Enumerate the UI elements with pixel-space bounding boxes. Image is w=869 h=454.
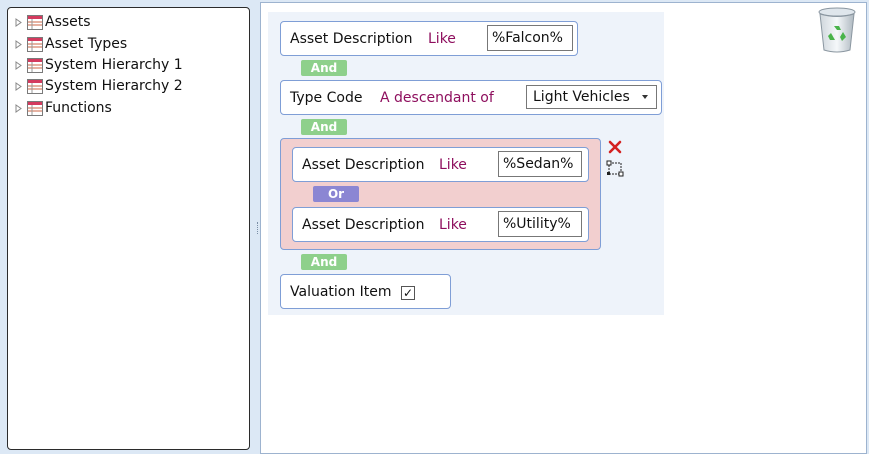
condition-operator[interactable]: Like <box>439 208 467 241</box>
tree-item-assets[interactable]: Assets <box>7 12 91 32</box>
and-joiner[interactable]: And <box>301 60 347 76</box>
tree-item-label: System Hierarchy 2 <box>45 78 183 94</box>
table-icon <box>27 78 43 94</box>
condition-operator[interactable]: A descendant of <box>380 81 494 114</box>
type-code-select[interactable]: Light Vehicles <box>526 85 657 109</box>
tree-item-system-hierarchy-1[interactable]: System Hierarchy 1 <box>7 55 183 75</box>
condition-valuation-item[interactable]: Valuation Item ✓ <box>280 274 451 309</box>
expand-arrow-icon[interactable] <box>15 39 22 49</box>
or-joiner[interactable]: Or <box>313 186 359 202</box>
ungroup-icon[interactable] <box>606 160 624 177</box>
condition-type-code[interactable]: Type Code A descendant of Light Vehicles <box>280 80 662 115</box>
condition-field: Asset Description <box>302 216 425 233</box>
condition-field: Valuation Item <box>290 283 392 300</box>
valuation-item-checkbox[interactable]: ✓ <box>401 286 415 300</box>
chevron-down-icon[interactable] <box>642 95 648 99</box>
condition-field: Asset Description <box>290 30 413 47</box>
recycle-bin-icon[interactable] <box>816 6 858 54</box>
tree-item-label: System Hierarchy 1 <box>45 57 183 73</box>
table-icon <box>27 36 43 52</box>
condition-value-input[interactable]: %Sedan% <box>498 151 582 177</box>
condition-value-input[interactable]: %Utility% <box>498 211 582 237</box>
tree-item-functions[interactable]: Functions <box>7 98 112 118</box>
condition-value-input[interactable]: %Falcon% <box>487 25 573 51</box>
and-joiner[interactable]: And <box>301 254 347 270</box>
condition-operator[interactable]: Like <box>439 148 467 181</box>
splitter-grip[interactable] <box>257 222 259 234</box>
table-icon <box>27 14 43 30</box>
expand-arrow-icon[interactable] <box>15 81 22 91</box>
tree-item-system-hierarchy-2[interactable]: System Hierarchy 2 <box>7 76 183 96</box>
tree-item-label: Asset Types <box>45 36 128 52</box>
expand-arrow-icon[interactable] <box>15 17 22 27</box>
condition-field: Type Code <box>290 89 363 106</box>
table-icon <box>27 100 43 116</box>
select-value: Light Vehicles <box>533 89 630 105</box>
and-joiner[interactable]: And <box>301 119 347 135</box>
condition-asset-description-falcon[interactable]: Asset Description Like %Falcon% <box>280 21 578 56</box>
expand-arrow-icon[interactable] <box>15 103 22 113</box>
condition-asset-description-utility[interactable]: Asset Description Like %Utility% <box>292 207 589 242</box>
condition-operator[interactable]: Like <box>428 22 456 55</box>
condition-asset-description-sedan[interactable]: Asset Description Like %Sedan% <box>292 147 589 182</box>
tree-item-label: Assets <box>45 14 91 30</box>
tree-item-asset-types[interactable]: Asset Types <box>7 34 127 54</box>
expand-arrow-icon[interactable] <box>15 60 22 70</box>
delete-x-icon[interactable] <box>608 140 622 154</box>
table-icon <box>27 57 43 73</box>
tree-item-label: Functions <box>45 100 112 116</box>
condition-field: Asset Description <box>302 156 425 173</box>
